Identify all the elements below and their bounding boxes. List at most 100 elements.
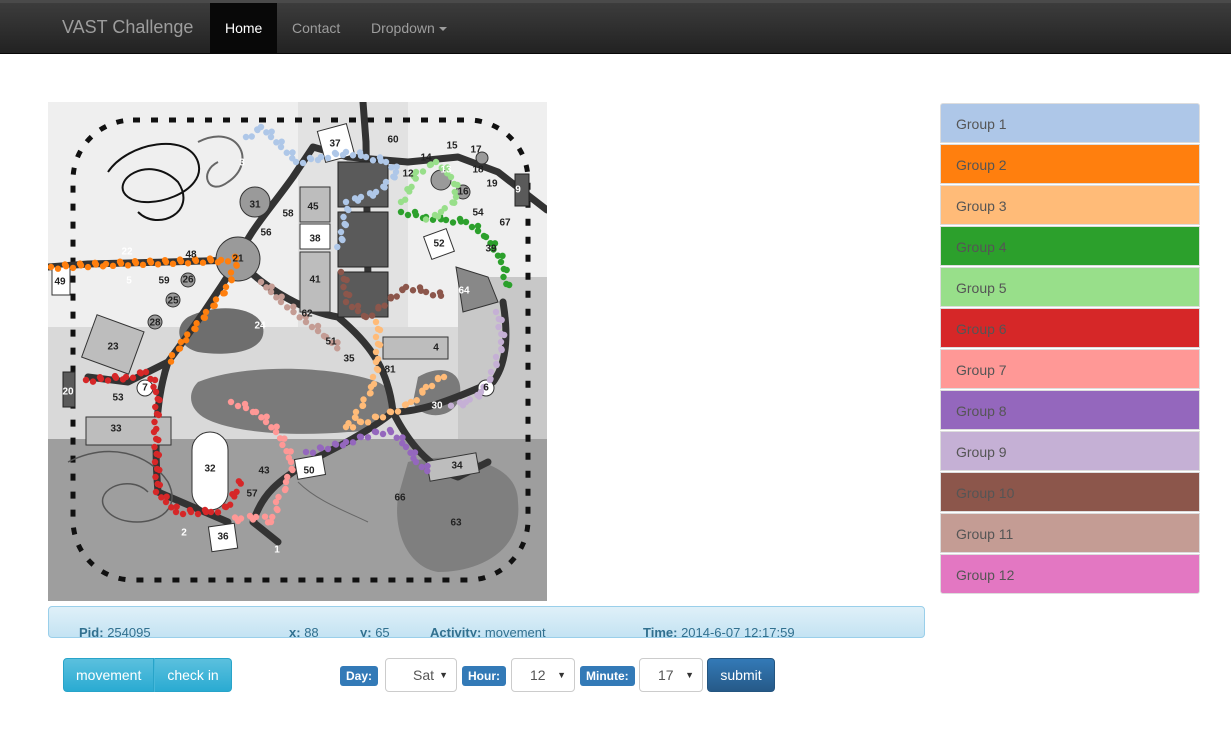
park-map[interactable]: 1 2 3 4 5 6 7 9 12 13 14 15 16 17 18 19 20 21 22 23 24 25 26 28… [48,102,547,601]
trajectory-dot [422,288,430,296]
trajectory-dot [440,373,448,381]
trajectory-dot [231,514,239,521]
group-item-9[interactable]: Group 9 [940,431,1200,471]
group-item-10[interactable]: Group 10 [940,472,1200,512]
trajectory-dot [272,428,280,436]
hour-select[interactable]: 12 ▼ [511,658,575,692]
trajectory-dot [177,338,185,346]
group-item-6[interactable]: Group 6 [940,308,1200,348]
trajectory-dot [422,383,430,391]
day-value: Sat [413,667,435,683]
day-select[interactable]: Sat ▼ [385,658,457,692]
nav-home[interactable]: Home [210,3,278,54]
map-label-53: 53 [112,393,124,404]
trajectory-dot [332,150,340,158]
trajectory-dot [349,152,357,159]
trajectory-dot [242,133,250,141]
trajectory-dot [299,159,307,167]
map-label-3: 3 [239,158,245,169]
map-label-2: 2 [181,528,187,539]
map-label-39: 39 [485,244,497,255]
trajectory-dot [372,358,380,366]
map-label-34: 34 [451,461,463,472]
trajectory-dot [252,408,260,416]
minute-value: 17 [658,667,674,683]
trajectory-dot [474,391,481,399]
pid-label: Pid: [79,625,104,638]
trajectory-dot [387,408,395,416]
group-item-5[interactable]: Group 5 [940,267,1200,307]
map-label-48: 48 [185,250,197,261]
trajectory-dot [290,308,297,316]
map-label-45: 45 [307,202,319,213]
trajectory-dot [227,398,235,406]
trajectory-dot [210,302,217,310]
map-label-62: 62 [301,309,313,320]
group-item-3[interactable]: Group 3 [940,185,1200,225]
trajectory-dot [324,154,332,162]
submit-button[interactable]: submit [707,658,775,692]
x-value: 88 [304,625,319,638]
group-item-2[interactable]: Group 2 [940,144,1200,184]
brand-title[interactable]: VAST Challenge [62,17,193,38]
trajectory-dot [242,404,250,412]
trajectory-dot [48,263,55,271]
trajectory-dot [360,396,367,403]
group-item-11[interactable]: Group 11 [940,513,1200,553]
time-info: Time: 2014-6-07 12:17:59 [643,625,795,638]
navbar: VAST Challenge Home Contact Dropdown [0,0,1231,54]
trajectory-dot [287,458,295,466]
trajectory-dot [272,498,280,506]
trajectory-dot [366,190,374,197]
trajectory-dot [156,466,163,474]
trajectory-dot [372,428,380,436]
trajectory-dot [151,458,159,466]
group-item-4[interactable]: Group 4 [940,226,1200,266]
trajectory-dot [200,314,207,321]
trajectory-dot [169,260,177,268]
movement-button[interactable]: movement [63,658,155,692]
nav-contact[interactable]: Contact [277,3,355,54]
trajectory-dot [262,418,270,426]
trajectory-dot [357,433,365,441]
trajectory-dot [89,378,97,385]
minute-select[interactable]: 17 ▼ [639,658,703,692]
group-item-12[interactable]: Group 12 [940,554,1200,594]
trajectory-dot [434,374,442,382]
select-arrow-icon: ▼ [557,670,566,680]
map-label-17: 17 [470,145,482,156]
trajectory-dot [375,303,382,311]
trajectory-dot [151,418,158,426]
group-item-1[interactable]: Group 1 [940,103,1200,143]
trajectory-dot [500,273,507,281]
group-item-8[interactable]: Group 8 [940,390,1200,430]
group-item-7[interactable]: Group 7 [940,349,1200,389]
trajectory-dot [191,325,198,332]
trajectory-dot [257,278,265,286]
check-in-button[interactable]: check in [154,658,232,692]
trajectory-dot [429,292,437,299]
time-label: Time: [643,625,678,638]
map-label-18: 18 [472,165,484,176]
map-label-26: 26 [182,275,194,286]
trajectory-dot [228,276,235,284]
y-info: y: 65 [360,625,390,637]
map-label-66: 66 [394,493,406,504]
trajectory-dot [372,333,380,341]
trajectory-dot [379,414,387,421]
trajectory-dot [387,293,395,301]
trajectory-dot [177,258,185,265]
trajectory-dot [277,143,285,151]
trajectory-dot [207,257,215,264]
trajectory-dot [309,449,317,456]
trajectory-dot [493,361,500,369]
nav-dropdown[interactable]: Dropdown [356,3,462,54]
trajectory-dot [162,498,170,506]
map-label-32: 32 [204,464,216,475]
map-label-35: 35 [343,354,355,365]
trajectory-dot [359,402,366,410]
map-label-1: 1 [274,545,280,556]
activity-label: Activity: [430,625,482,638]
trajectory-dot [287,448,294,455]
trajectory-dot [380,183,387,190]
